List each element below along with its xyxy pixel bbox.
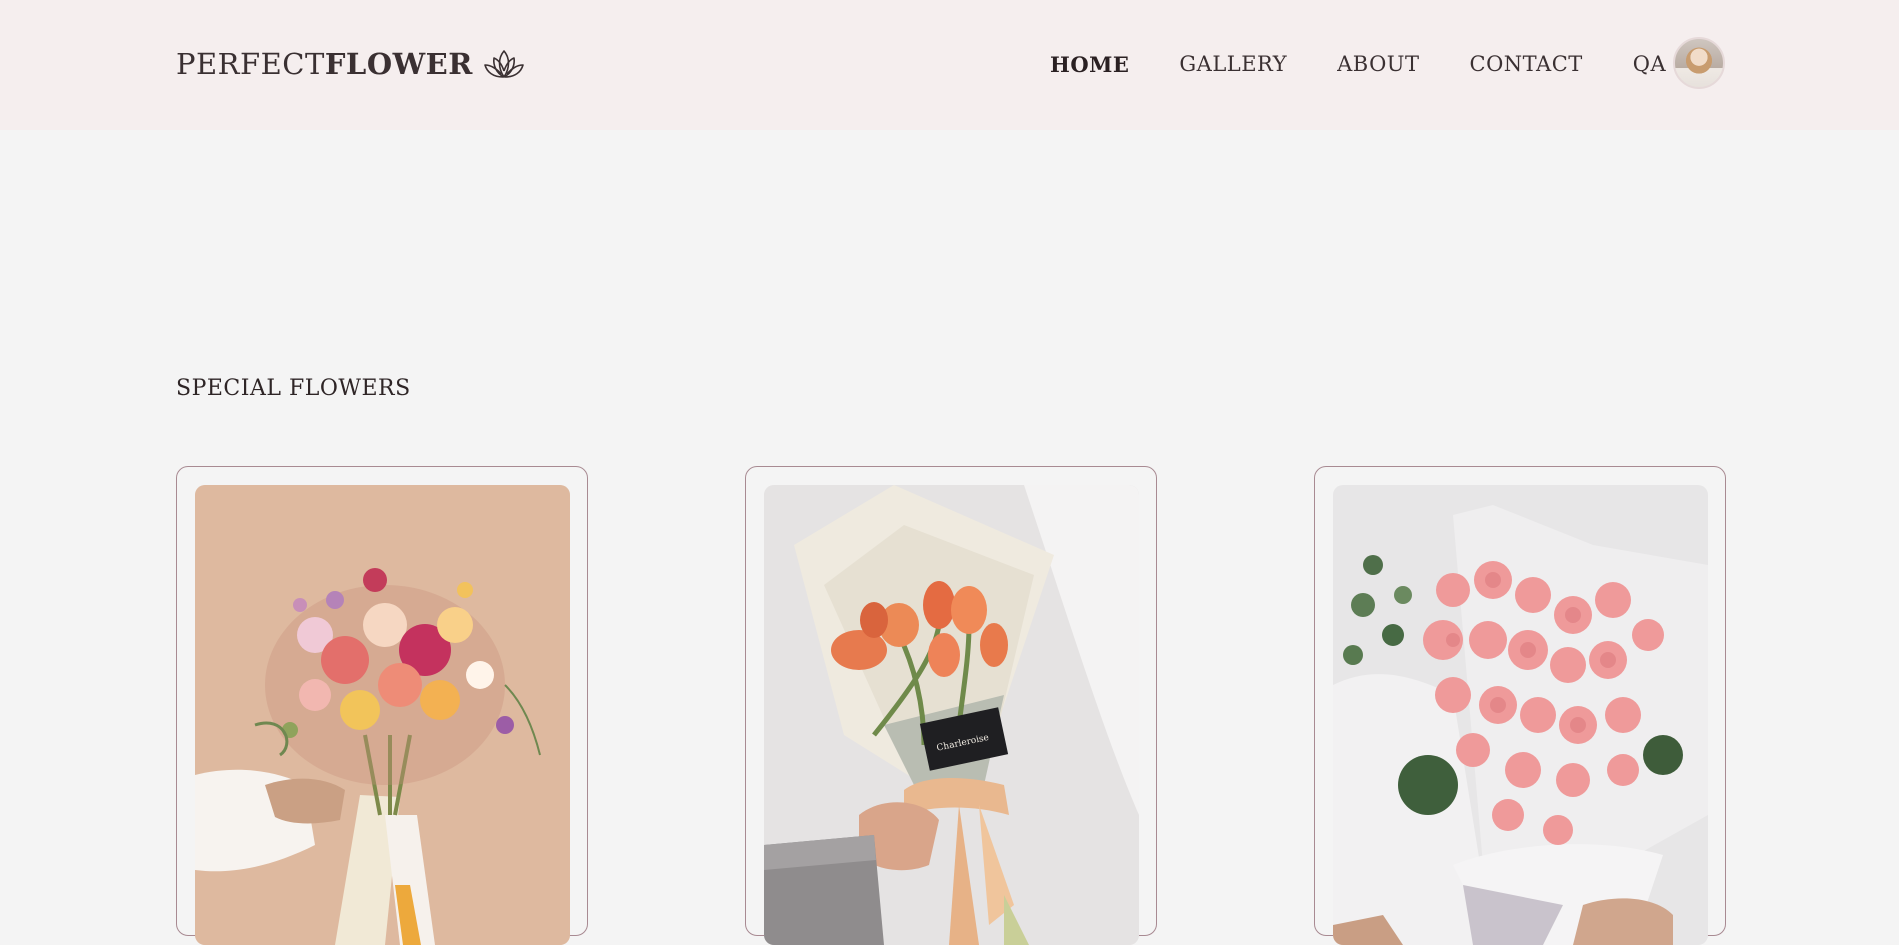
flower-card[interactable] xyxy=(1314,466,1726,945)
flower-card[interactable] xyxy=(176,466,588,945)
logo-text-light: PERFECT xyxy=(176,47,325,81)
nav-gallery[interactable]: GALLERY xyxy=(1179,52,1287,76)
user-avatar[interactable] xyxy=(1673,37,1725,89)
logo-text-bold: FLOWER xyxy=(324,47,473,81)
site-header: PERFECT FLOWER HOME GALLERY ABOUT CONTAC… xyxy=(0,0,1899,130)
main-nav: HOME GALLERY ABOUT CONTACT QA xyxy=(1050,46,1716,82)
lotus-icon xyxy=(481,47,527,81)
section-title: SPECIAL FLOWERS xyxy=(176,376,411,401)
logo[interactable]: PERFECT FLOWER xyxy=(176,44,527,84)
flower-image[interactable] xyxy=(1333,485,1708,945)
nav-contact[interactable]: CONTACT xyxy=(1470,52,1583,76)
nav-qa[interactable]: QA xyxy=(1633,52,1666,76)
flower-image[interactable]: Charleroise xyxy=(764,485,1139,945)
nav-home[interactable]: HOME xyxy=(1050,52,1129,77)
flower-image[interactable] xyxy=(195,485,570,945)
flower-card[interactable]: Charleroise xyxy=(745,466,1157,945)
nav-about[interactable]: ABOUT xyxy=(1337,52,1419,76)
